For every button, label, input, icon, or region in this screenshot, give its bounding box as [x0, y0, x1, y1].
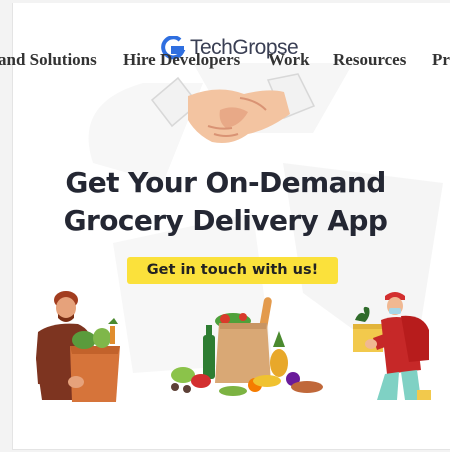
nav-item-resources[interactable]: Resources — [333, 49, 406, 71]
handshake-icon — [150, 73, 316, 143]
delivery-woman-illustration — [353, 292, 431, 400]
nav-item-work[interactable]: Work — [268, 49, 310, 71]
grocery-bag-illustration — [171, 297, 323, 396]
nav-item-products[interactable]: Pr — [432, 49, 450, 71]
hero-headline-line1: Get Your On-Demand — [65, 166, 386, 199]
nav-item-hire-developers[interactable]: Hire Developers — [123, 49, 240, 71]
top-navigation: and Solutions Hire Developers Work Resou… — [0, 49, 450, 73]
nav-item-solutions[interactable]: and Solutions — [0, 49, 97, 71]
contact-cta-button[interactable]: Get in touch with us! — [127, 257, 338, 284]
hero-headline: Get Your On-Demand Grocery Delivery App — [0, 164, 450, 240]
shopper-man-illustration — [36, 291, 120, 402]
hero-headline-line2: Grocery Delivery App — [63, 204, 388, 237]
